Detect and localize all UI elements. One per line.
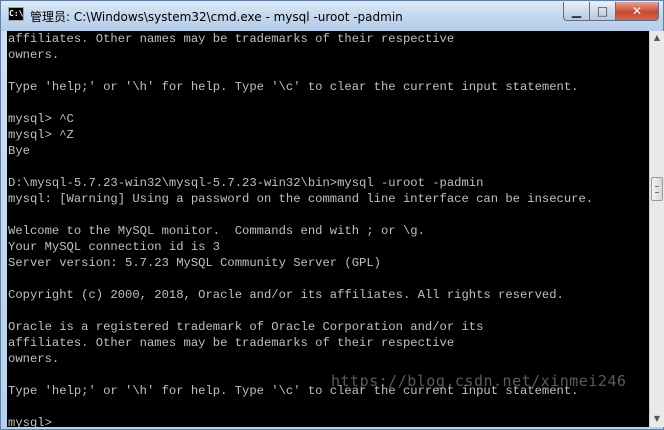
scroll-thumb[interactable] <box>651 177 663 201</box>
console-line: Bye <box>8 144 30 158</box>
console-line: Oracle is a registered trademark of Orac… <box>8 320 484 334</box>
window-title: 管理员: C:\Windows\system32\cmd.exe - mysql… <box>30 10 403 24</box>
console-line: affiliates. Other names may be trademark… <box>8 336 455 350</box>
maximize-button[interactable]: □ <box>590 2 616 21</box>
console-line: Type 'help;' or '\h' for help. Type '\c'… <box>8 80 579 94</box>
minimize-button[interactable]: ▁ <box>563 2 590 21</box>
console-line: owners. <box>8 48 60 62</box>
scroll-down-arrow-icon[interactable]: ▼ <box>650 412 664 426</box>
scroll-up-arrow-icon[interactable]: ▲ <box>650 31 664 45</box>
close-button[interactable]: ✕ <box>616 2 659 21</box>
console-line: Server version: 5.7.23 MySQL Community S… <box>8 256 381 270</box>
mysql-prompt-line[interactable]: mysql> <box>8 415 648 427</box>
watermark-text: https://blog.csdn.net/xinmei246 <box>331 372 627 390</box>
console-line: Welcome to the MySQL monitor. Commands e… <box>8 224 425 238</box>
console-line: Copyright (c) 2000, 2018, Oracle and/or … <box>8 288 564 302</box>
console-line: Your MySQL connection id is 3 <box>8 240 221 254</box>
console-line: mysql: [Warning] Using a password on the… <box>8 192 594 206</box>
console-line: mysql> ^Z <box>8 128 74 142</box>
console-line: D:\mysql-5.7.23-win32\mysql-5.7.23-win32… <box>8 176 484 190</box>
cmd-window: C:\ 管理员: C:\Windows\system32\cmd.exe - m… <box>0 0 664 430</box>
vertical-scrollbar[interactable]: ▲ ▼ <box>649 31 664 427</box>
console-line: affiliates. Other names may be trademark… <box>8 32 455 46</box>
cmd-app-icon[interactable]: C:\ <box>8 7 24 21</box>
console-line: owners. <box>8 352 60 366</box>
console-output[interactable]: affiliates. Other names may be trademark… <box>7 31 649 427</box>
console-line: mysql> ^C <box>8 112 74 126</box>
title-bar[interactable]: C:\ 管理员: C:\Windows\system32\cmd.exe - m… <box>1 1 663 31</box>
